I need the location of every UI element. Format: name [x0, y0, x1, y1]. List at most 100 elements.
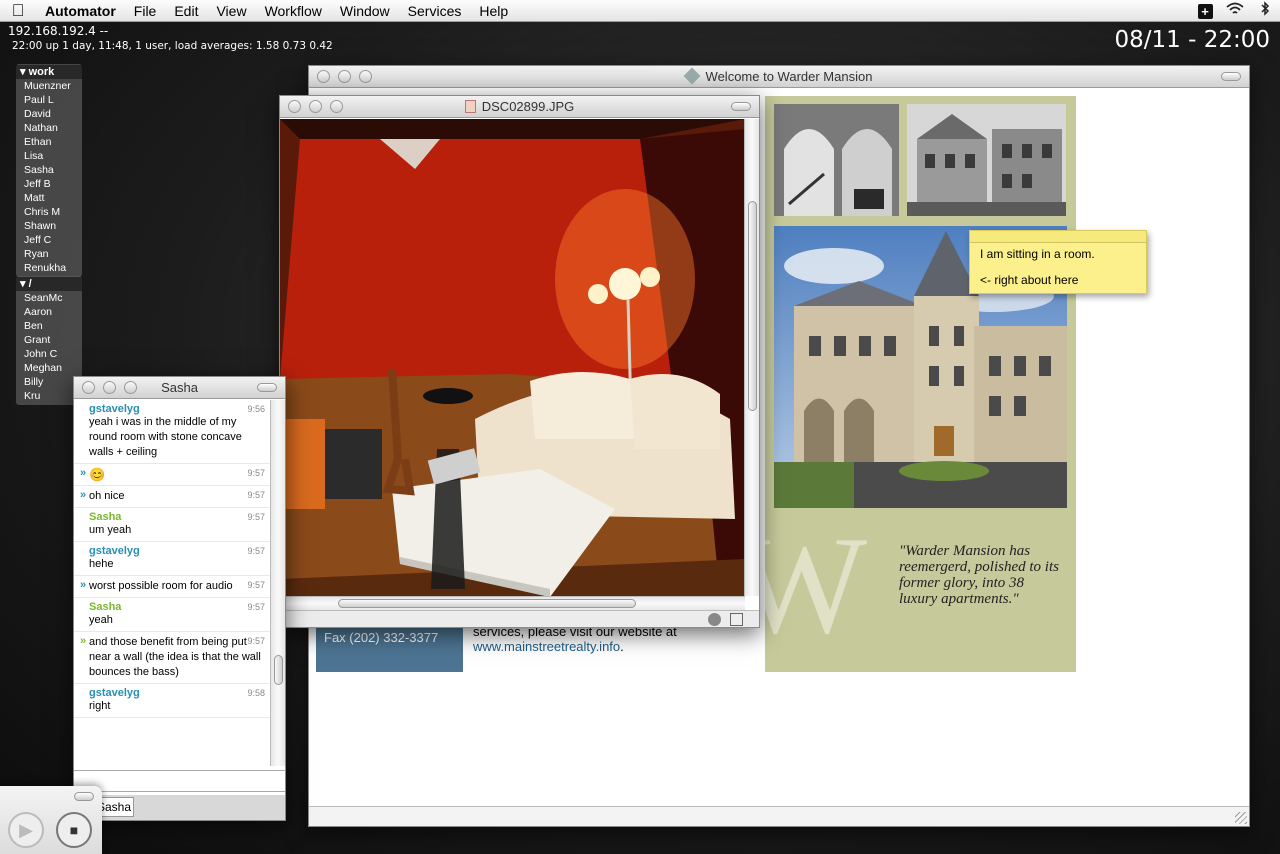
buddy-item[interactable]: Jeff C	[16, 233, 82, 247]
preview-window: DSC02899.JPG	[279, 95, 760, 628]
image-file-icon	[464, 100, 476, 113]
buddy-group-header[interactable]: ▾ /	[16, 277, 82, 291]
buddy-item[interactable]: David	[16, 107, 82, 121]
buddy-item[interactable]: Ethan	[16, 135, 82, 149]
buddy-item[interactable]: Paul L	[16, 93, 82, 107]
minimize-button[interactable]	[309, 100, 322, 113]
message-time: 9:58	[247, 688, 265, 698]
message-sender: gstavelyg	[89, 545, 140, 557]
horizontal-scroll-thumb[interactable]	[338, 599, 636, 608]
close-button[interactable]	[82, 381, 95, 394]
minimize-button[interactable]	[103, 381, 116, 394]
chat-scrollbar[interactable]	[270, 400, 285, 766]
buddy-item[interactable]: Matt	[16, 191, 82, 205]
vertical-scroll-thumb[interactable]	[748, 201, 757, 411]
status-bar	[309, 806, 1249, 826]
browser-title: Welcome to Warder Mansion	[705, 69, 873, 84]
chat-input[interactable]	[74, 770, 285, 792]
preview-titlebar[interactable]: DSC02899.JPG	[280, 96, 759, 118]
resize-grip[interactable]	[1235, 812, 1247, 824]
chat-message: » 9:57 and those benefit from being put …	[74, 632, 285, 684]
mansion-bw-photo	[907, 104, 1066, 216]
buddy-item[interactable]: Jeff B	[16, 177, 82, 191]
buddy-item[interactable]: Aaron	[16, 305, 82, 319]
fit-window-icon[interactable]	[730, 613, 743, 626]
toolbar-toggle-button[interactable]	[257, 383, 277, 392]
preview-bottom-bar	[280, 610, 759, 627]
chat-message: » 9:57 oh nice	[74, 486, 285, 508]
continuation-icon: »	[80, 489, 87, 501]
buddy-item[interactable]: John C	[16, 347, 82, 361]
chat-message: gstavelyg 9:58 right	[74, 684, 285, 718]
buddy-item[interactable]: Ryan	[16, 247, 82, 261]
page-icon	[683, 67, 701, 85]
plus-box-icon[interactable]: +	[1190, 0, 1220, 22]
zoom-button[interactable]	[124, 381, 137, 394]
buddy-item[interactable]: Sasha	[16, 163, 82, 177]
buddy-item[interactable]: Meghan	[16, 361, 82, 375]
wifi-icon[interactable]	[1220, 0, 1250, 22]
chat-message: Sasha 9:57 um yeah	[74, 508, 285, 542]
sticky-line-2: <- right about here	[980, 273, 1079, 287]
archway-photo	[774, 104, 899, 216]
close-button[interactable]	[317, 70, 330, 83]
buddy-item[interactable]: Muenzner	[16, 79, 82, 93]
buddy-item[interactable]: Lisa	[16, 149, 82, 163]
menu-workflow[interactable]: Workflow	[256, 0, 331, 22]
zoom-button[interactable]	[330, 100, 343, 113]
buddy-item[interactable]: Shawn	[16, 219, 82, 233]
menu-view[interactable]: View	[207, 0, 255, 22]
mansion-quote: "Warder Mansion has reemergerd, polished…	[899, 543, 1059, 607]
sticky-note-header[interactable]	[970, 231, 1146, 243]
toolbar-toggle-button[interactable]	[1221, 72, 1241, 81]
message-time: 9:57	[247, 512, 265, 522]
message-time: 9:57	[247, 580, 265, 590]
message-time: 9:57	[247, 546, 265, 556]
menu-edit[interactable]: Edit	[165, 0, 207, 22]
chat-scroll-thumb[interactable]	[274, 655, 283, 685]
sticky-note[interactable]: I am sitting in a room. <- right about h…	[969, 230, 1147, 294]
website-link[interactable]: www.mainstreetrealty.info	[473, 639, 620, 654]
menu-app-name[interactable]: Automator	[36, 0, 125, 22]
buddy-item[interactable]: Chris M	[16, 205, 82, 219]
browser-titlebar[interactable]: Welcome to Warder Mansion	[309, 66, 1249, 88]
apple-menu-icon[interactable]: 	[0, 0, 36, 22]
bluetooth-icon[interactable]	[1250, 0, 1280, 22]
media-controller: ▶ ■	[0, 786, 102, 854]
message-time: 9:57	[247, 490, 265, 500]
chat-titlebar[interactable]: Sasha	[74, 377, 285, 399]
message-text: oh nice	[89, 490, 125, 502]
preview-vertical-scrollbar[interactable]	[744, 119, 759, 596]
minimize-button[interactable]	[338, 70, 351, 83]
play-button[interactable]: ▶	[8, 812, 44, 848]
menu-window[interactable]: Window	[331, 0, 399, 22]
menu-help[interactable]: Help	[470, 0, 517, 22]
menu-file[interactable]: File	[125, 0, 166, 22]
stop-button[interactable]: ■	[56, 812, 92, 848]
message-time: 9:57	[247, 602, 265, 612]
buddy-item[interactable]: Ben	[16, 319, 82, 333]
buddy-item[interactable]: Grant	[16, 333, 82, 347]
continuation-icon: »	[80, 579, 87, 591]
chat-window: Sasha gstavelyg 9:56 yeah i was in the m…	[73, 376, 286, 821]
menu-services[interactable]: Services	[399, 0, 471, 22]
toolbar-toggle-button[interactable]	[731, 102, 751, 111]
buddy-item[interactable]: Nathan	[16, 121, 82, 135]
preview-horizontal-scrollbar[interactable]	[280, 596, 745, 610]
controller-pill-button[interactable]	[74, 792, 94, 801]
message-text: right	[89, 700, 111, 712]
message-text: um yeah	[89, 524, 132, 536]
desktop-clock: 08/11 - 22:00	[1114, 27, 1271, 53]
buddy-item[interactable]: Renukha	[16, 261, 82, 275]
sticky-line-1: I am sitting in a room.	[980, 247, 1095, 261]
buddy-group-header[interactable]: ▾ work	[16, 65, 82, 79]
buddy-item[interactable]: SeanMc	[16, 291, 82, 305]
buddy-group-label: work	[28, 66, 55, 78]
close-button[interactable]	[288, 100, 301, 113]
chat-message: » 9:57 worst possible room for audio	[74, 576, 285, 598]
uptime-readout: 22:00 up 1 day, 11:48, 1 user, load aver…	[12, 40, 333, 52]
continuation-icon: »	[80, 635, 87, 647]
zoom-button[interactable]	[359, 70, 372, 83]
message-time: 9:57	[247, 636, 265, 646]
action-gear-icon[interactable]	[708, 613, 721, 626]
